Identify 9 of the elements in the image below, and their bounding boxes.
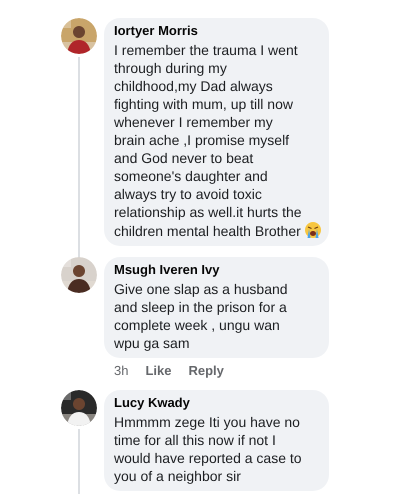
comment-action-link[interactable]: Like bbox=[145, 363, 172, 379]
comment-text: Hmmmm zege Iti you have no time for all this now if not I would have reported a case to you of a neighbor sir bbox=[114, 414, 302, 484]
comment-author: Iortyer Morris bbox=[114, 22, 199, 40]
comment-text: Give one slap as a husband and sleep in the prison for a complete week , ungu wan wpu ga sam bbox=[114, 281, 288, 351]
comment-text: I remember the trauma I went through during my childhood,my Dad always fighting with mum, up till now whenever I remember my brain ache ,I promise myself and God never to beat someone's daughter and always try to avoid toxic relationship as well.it hurts the children mental health Brother bbox=[114, 42, 302, 239]
comment-time: 3h bbox=[114, 363, 128, 379]
comment-action-link[interactable]: Reply bbox=[188, 363, 224, 379]
comment-author: Lucy Kwady bbox=[114, 394, 191, 412]
comment-author: Msugh Iveren Ivy bbox=[114, 261, 220, 279]
